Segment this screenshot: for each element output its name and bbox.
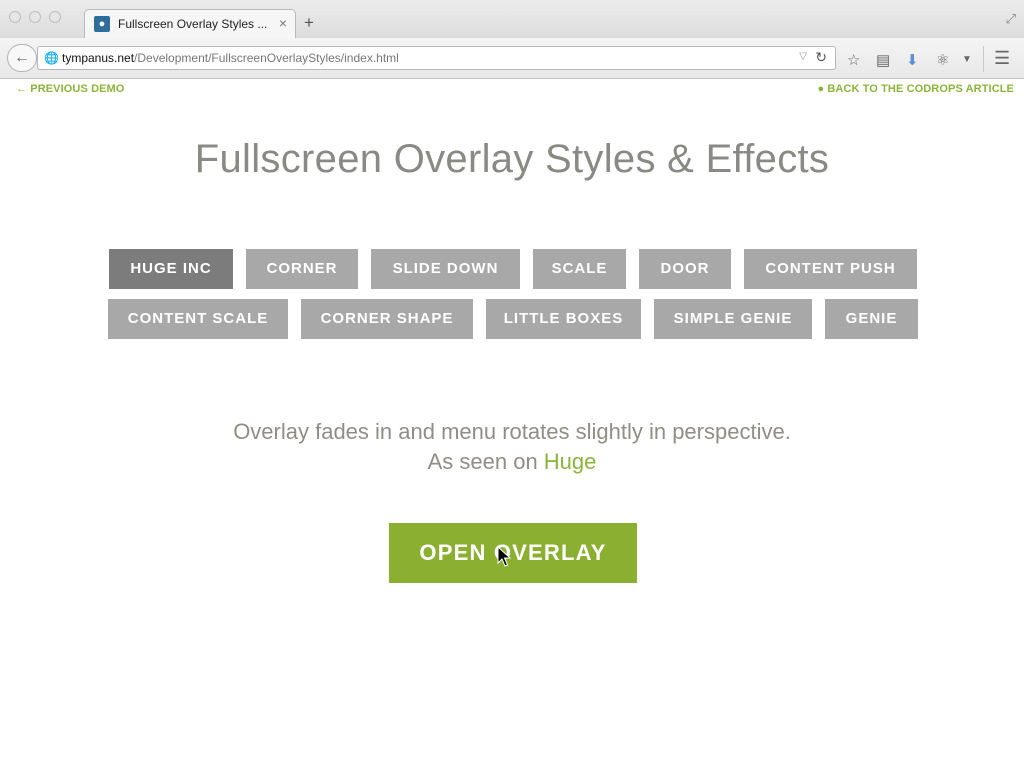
new-tab-button[interactable]: +: [304, 13, 314, 33]
effect-button-corner[interactable]: CORNER: [246, 249, 358, 289]
mouse-pointer-icon: [497, 546, 511, 567]
browser-toolbar: ← 🌐 tympanus.net/Development/FullscreenO…: [0, 38, 1024, 79]
addon-dropdown-icon[interactable]: ▼: [962, 54, 972, 65]
minimize-window-button[interactable]: [29, 11, 41, 23]
effect-button-content-scale[interactable]: CONTENT SCALE: [108, 299, 288, 339]
effect-button-slide-down[interactable]: SLIDE DOWN: [371, 249, 520, 289]
effect-description: Overlay fades in and menu rotates slight…: [233, 419, 791, 444]
effect-button-content-push[interactable]: CONTENT PUSH: [744, 249, 917, 289]
url-path: /Development/FullscreenOverlayStyles/ind…: [134, 51, 399, 65]
url-dropdown-icon[interactable]: ▽: [799, 51, 807, 62]
download-icon[interactable]: ⬇: [906, 51, 919, 69]
url-host: tympanus.net: [62, 51, 135, 65]
menu-icon[interactable]: ☰: [994, 48, 1010, 69]
page-title: Fullscreen Overlay Styles & Effects: [194, 137, 830, 181]
reload-icon[interactable]: ↻: [815, 49, 827, 66]
effect-button-simple-genie[interactable]: SIMPLE GENIE: [654, 299, 812, 339]
page-content: ← PREVIOUS DEMO ● BACK TO THE CODROPS AR…: [0, 79, 1024, 768]
back-to-article-label: BACK TO THE CODROPS ARTICLE: [827, 83, 1014, 95]
url-text: tympanus.net/Development/FullscreenOverl…: [62, 51, 399, 65]
effect-button-genie[interactable]: GENIE: [825, 299, 918, 339]
back-button[interactable]: ←: [7, 44, 37, 72]
tab-title: Fullscreen Overlay Styles ...: [118, 17, 268, 31]
close-window-button[interactable]: [9, 11, 21, 23]
addon-icon[interactable]: ⚛: [936, 51, 949, 69]
effect-button-little-boxes[interactable]: LITTLE BOXES: [486, 299, 641, 339]
back-to-article-link[interactable]: ● BACK TO THE CODROPS ARTICLE: [817, 83, 1014, 95]
drop-icon: ●: [817, 83, 828, 95]
arrow-left-icon: ←: [16, 83, 31, 95]
zoom-window-button[interactable]: [49, 11, 61, 23]
arrow-left-icon: ←: [14, 49, 30, 66]
effect-source-prefix: As seen on: [427, 449, 544, 474]
tab-close-icon[interactable]: ×: [279, 15, 287, 31]
effect-button-huge-inc[interactable]: HUGE INC: [109, 249, 233, 289]
effect-button-door[interactable]: DOOR: [639, 249, 731, 289]
fullscreen-icon[interactable]: ⤢: [1006, 11, 1016, 27]
effect-button-scale[interactable]: SCALE: [533, 249, 626, 289]
toolbar-separator: [983, 46, 984, 72]
browser-tab[interactable]: ● Fullscreen Overlay Styles ... ×: [84, 9, 296, 38]
globe-icon: 🌐: [44, 51, 59, 65]
huge-link[interactable]: Huge: [544, 449, 597, 474]
clipboard-icon[interactable]: ▤: [876, 51, 890, 69]
previous-demo-label: PREVIOUS DEMO: [30, 83, 125, 95]
previous-demo-link[interactable]: ← PREVIOUS DEMO: [16, 83, 124, 95]
browser-titlebar: ● Fullscreen Overlay Styles ... × + ⤢: [0, 0, 1024, 38]
open-overlay-button[interactable]: OPEN OVERLAY: [389, 523, 637, 583]
address-bar[interactable]: 🌐 tympanus.net/Development/FullscreenOve…: [37, 46, 836, 70]
bookmark-star-icon[interactable]: ☆: [847, 51, 860, 69]
effect-source-line: As seen on Huge: [0, 449, 1024, 475]
effect-button-corner-shape[interactable]: CORNER SHAPE: [301, 299, 473, 339]
codrops-favicon-icon: ●: [94, 16, 110, 32]
